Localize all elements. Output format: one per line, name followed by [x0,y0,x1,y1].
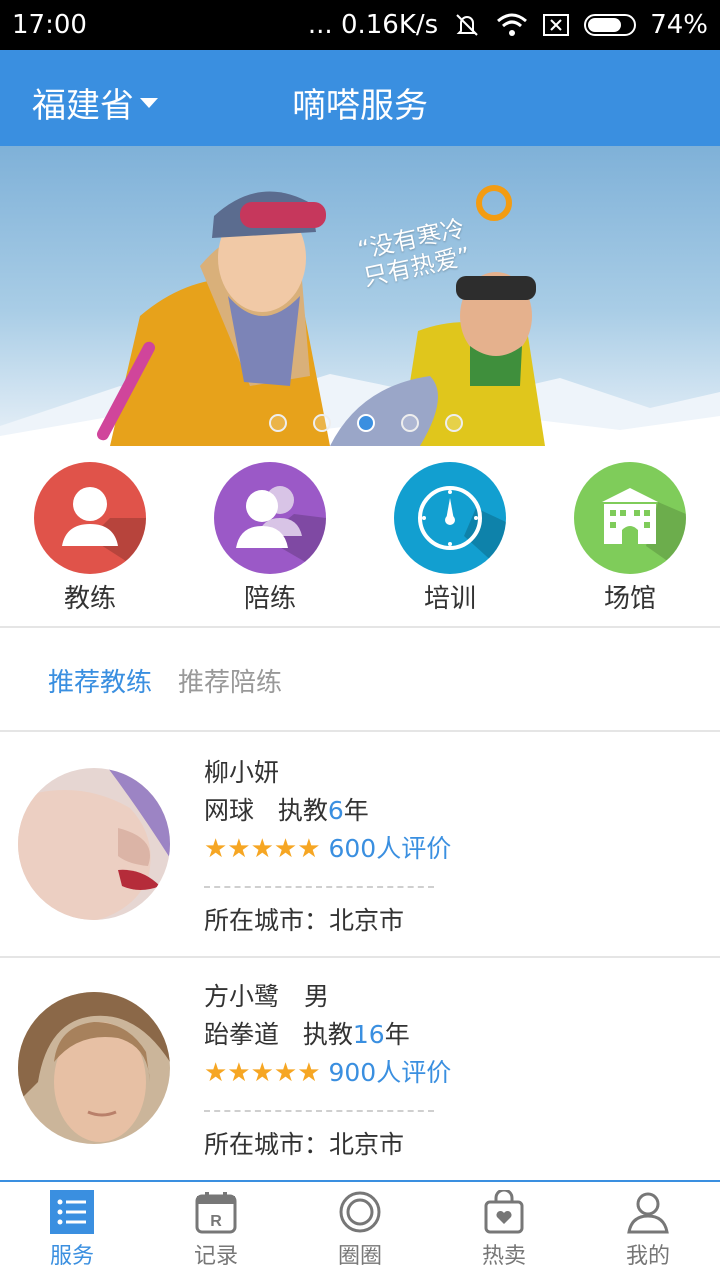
coach-sport-row: 跆拳道 执教16年 [204,1016,451,1054]
coach-rating-row: ★★★★★ 600人评价 [204,830,451,868]
coach-sport-row: 网球 执教6年 [204,792,451,830]
tab-label: 圈圈 [337,1244,382,1269]
category-coach[interactable]: 教练 [0,446,180,626]
teach-prefix: 执教 [277,796,328,825]
star-rating: ★★★★★ [204,834,321,864]
status-time: 17:00 [12,10,87,40]
tab-hot-sale[interactable]: 热卖 [432,1182,576,1280]
tab-label: 热卖 [481,1244,526,1269]
coach-name: 柳小妍 [204,758,280,787]
tab-recommend-coach[interactable]: 推荐教练 [48,662,152,699]
category-grid: 教练 陪练 培训 场馆 [0,446,720,628]
no-sim-icon [542,13,570,37]
tab-recommend-partner[interactable]: 推荐陪练 [178,662,282,699]
bag-icon [482,1190,526,1234]
status-bar: 17:00 ... 0.16K/s 74% [0,0,720,50]
battery-icon [584,14,637,36]
dashed-divider [204,1110,434,1112]
indicator-dot[interactable] [445,414,463,432]
tab-circles[interactable]: 圈圈 [288,1182,432,1280]
coach-city: 所在城市：北京市 [204,906,405,935]
coach-sport: 跆拳道 [204,1020,280,1049]
coach-sport: 网球 [204,796,255,825]
tab-label: 我的 [625,1244,670,1269]
category-training[interactable]: 培训 [360,446,540,626]
coach-name: 方小鹭 男 [204,982,330,1011]
category-label: 培训 [423,584,476,614]
years-suffix: 年 [384,1020,410,1049]
tab-service[interactable]: 服务 [0,1182,144,1280]
avatar [18,768,170,920]
building-icon [574,462,686,574]
user-icon [626,1190,670,1234]
review-count[interactable]: 600人评价 [329,834,452,863]
promo-banner[interactable]: “没有寒冷 只有热爱” [0,146,720,446]
review-count[interactable]: 900人评价 [329,1058,452,1087]
avatar [18,992,170,1144]
teach-prefix: 执教 [302,1020,353,1049]
coach-card[interactable]: 方小鹭 男 跆拳道 执教16年 ★★★★★ 900人评价 所在城市：北京市 [0,958,720,1182]
tab-label: 记录 [193,1244,238,1269]
wifi-icon [496,12,528,38]
person-icon [34,462,146,574]
compass-icon [394,462,506,574]
recommend-tabs: 推荐教练 推荐陪练 [0,630,720,732]
category-label: 陪练 [243,584,296,614]
list-icon [50,1190,94,1234]
bottom-tab-bar: 服务 R 记录 圈圈 热卖 我的 [0,1180,720,1280]
indicator-dot[interactable] [401,414,419,432]
category-label: 教练 [63,584,116,614]
category-venue[interactable]: 场馆 [540,446,720,626]
svg-text:R: R [210,1213,222,1230]
coach-card[interactable]: 柳小妍 网球 执教6年 ★★★★★ 600人评价 所在城市：北京市 [0,734,720,958]
calendar-icon: R [194,1190,238,1234]
indicator-dot-active[interactable] [357,414,375,432]
indicator-dot[interactable] [313,414,331,432]
network-speed: ... 0.16K/s [307,10,439,40]
app-header: 福建省 嘀嗒服务 [0,50,720,146]
tab-records[interactable]: R 记录 [144,1182,288,1280]
coach-info: 方小鹭 男 跆拳道 执教16年 ★★★★★ 900人评价 所在城市：北京市 [204,978,451,1164]
circle-icon [338,1190,382,1234]
mute-icon [452,10,482,40]
tab-mine[interactable]: 我的 [576,1182,720,1280]
battery-percent: 74% [650,10,708,40]
category-partner[interactable]: 陪练 [180,446,360,626]
two-persons-icon [214,462,326,574]
tab-label: 服务 [49,1244,94,1269]
star-rating: ★★★★★ [204,1058,321,1088]
dashed-divider [204,886,434,888]
page-title: 嘀嗒服务 [292,86,428,126]
indicator-dot[interactable] [269,414,287,432]
coach-years: 16 [352,1020,385,1049]
coach-info: 柳小妍 网球 执教6年 ★★★★★ 600人评价 所在城市：北京市 [204,754,451,940]
banner-indicator [6,414,720,432]
years-suffix: 年 [343,796,369,825]
coach-years: 6 [327,796,344,825]
coach-city: 所在城市：北京市 [204,1130,405,1159]
category-label: 场馆 [603,584,656,614]
coach-rating-row: ★★★★★ 900人评价 [204,1054,451,1092]
banner-illustration [0,185,720,446]
